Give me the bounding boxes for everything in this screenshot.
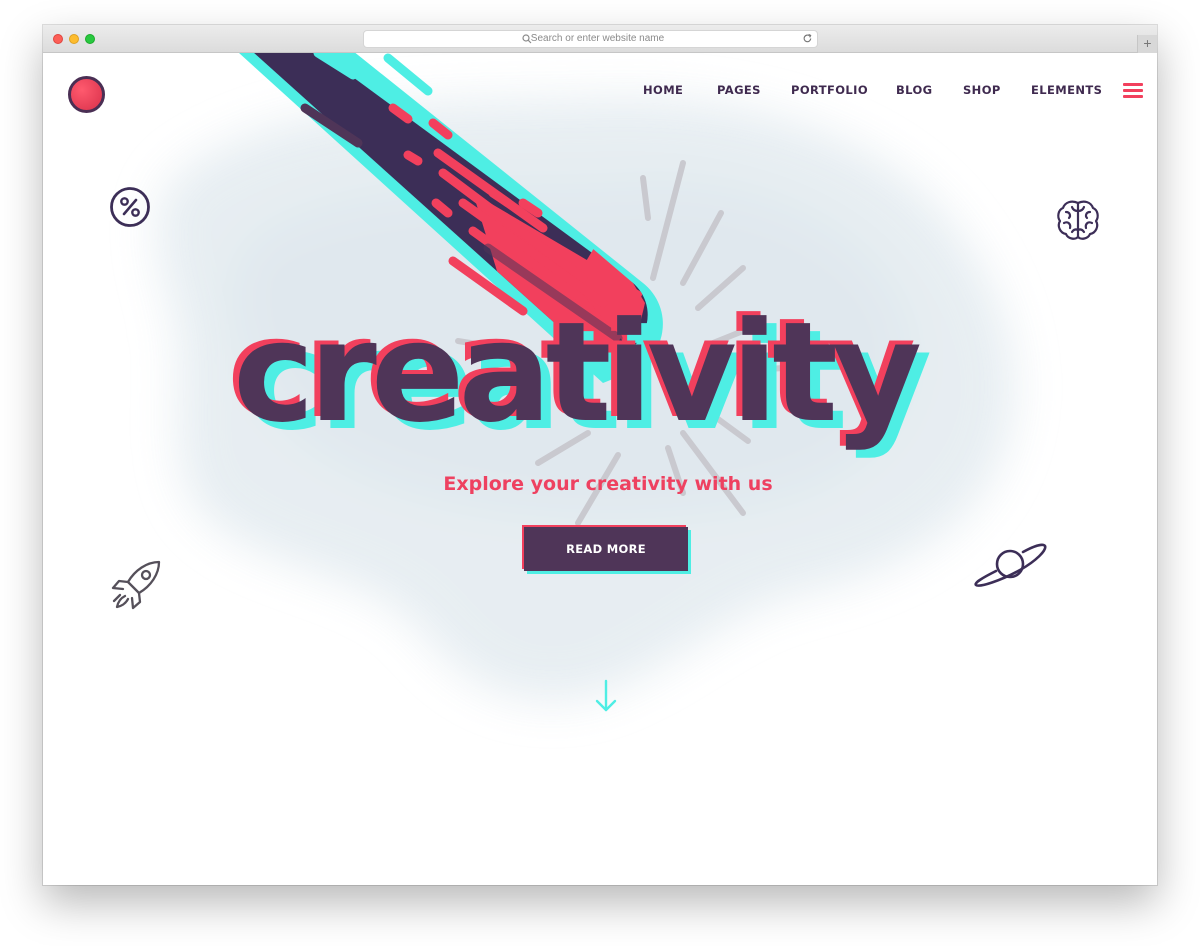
zoom-window-button[interactable] bbox=[85, 34, 95, 44]
page-viewport: HOME PAGES PORTFOLIO BLOG SHOP ELEMENTS bbox=[43, 53, 1157, 885]
nav-item-pages[interactable]: PAGES bbox=[717, 83, 761, 97]
planet-icon bbox=[974, 543, 1047, 587]
hero-headline: creativity creativity creativity bbox=[227, 292, 993, 458]
reload-icon[interactable] bbox=[802, 33, 813, 44]
nav-item-shop[interactable]: SHOP bbox=[963, 83, 1001, 97]
hero-subtitle: Explore your creativity with us bbox=[443, 473, 773, 495]
headline-text: creativity bbox=[233, 292, 922, 453]
read-more-label: READ MORE bbox=[524, 527, 688, 571]
browser-window: Search or enter website name + HOME PAGE… bbox=[43, 25, 1157, 885]
nav-item-home[interactable]: HOME bbox=[643, 83, 684, 97]
brain-icon bbox=[1057, 200, 1099, 240]
read-more-button[interactable]: READ MORE bbox=[522, 525, 691, 574]
rocket-icon bbox=[111, 560, 161, 610]
new-tab-button[interactable]: + bbox=[1137, 35, 1157, 53]
search-icon bbox=[522, 34, 532, 44]
arrow-down-icon[interactable] bbox=[595, 678, 617, 714]
nav-item-portfolio[interactable]: PORTFOLIO bbox=[791, 83, 868, 97]
minimize-window-button[interactable] bbox=[69, 34, 79, 44]
close-window-button[interactable] bbox=[53, 34, 63, 44]
nav-item-elements[interactable]: ELEMENTS bbox=[1031, 83, 1102, 97]
address-bar[interactable]: Search or enter website name bbox=[363, 30, 818, 48]
address-placeholder: Search or enter website name bbox=[530, 33, 665, 44]
nav-item-blog[interactable]: BLOG bbox=[896, 83, 933, 97]
hamburger-icon[interactable] bbox=[1123, 83, 1143, 99]
site-logo[interactable] bbox=[68, 76, 105, 113]
percent-icon bbox=[110, 187, 150, 227]
hero-illustration bbox=[156, 53, 1015, 702]
browser-titlebar: Search or enter website name + bbox=[43, 25, 1157, 53]
